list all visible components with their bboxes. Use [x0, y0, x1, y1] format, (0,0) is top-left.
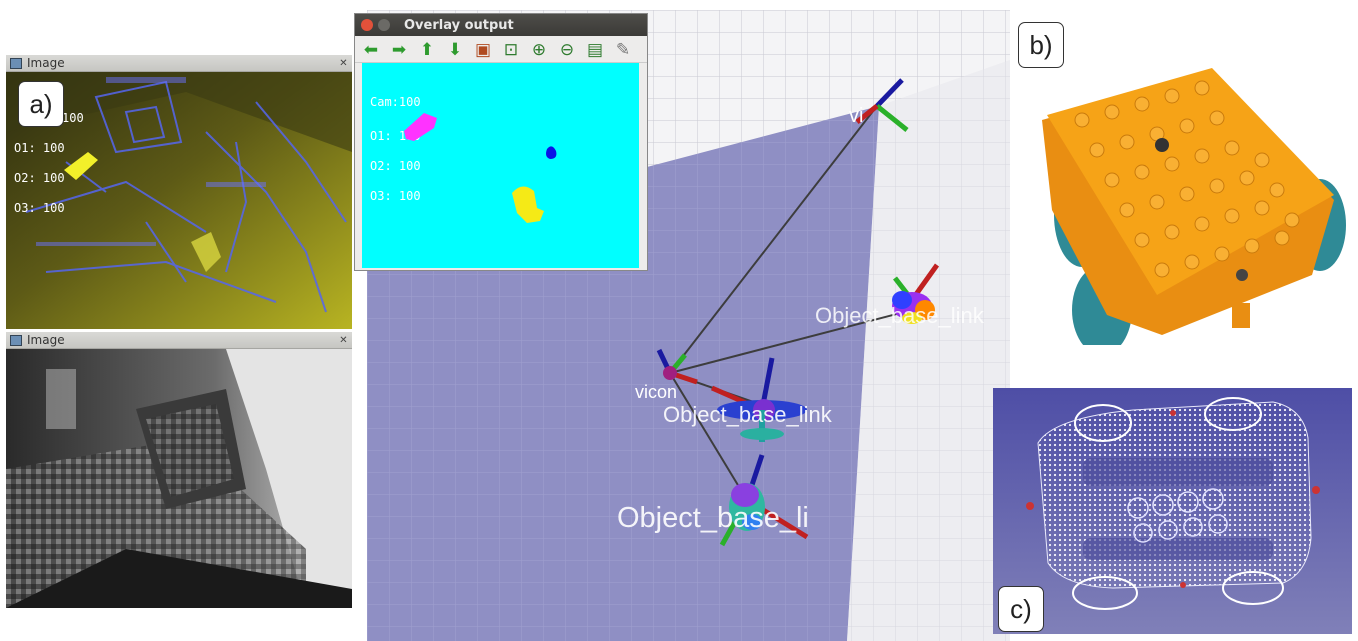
object-label-right: Object_base_link — [815, 303, 985, 328]
image-window-bottom: Image ✕ — [6, 332, 352, 608]
point-cloud-view — [993, 388, 1352, 634]
close-icon[interactable]: ✕ — [339, 58, 348, 68]
image-icon[interactable]: ▣ — [471, 38, 495, 60]
tf-label-top: vi — [849, 105, 863, 127]
overlay-canvas: Cam:100 O1: 100 O2: 100 O3: 100 — [362, 63, 639, 268]
segment-blue — [546, 146, 557, 159]
close-icon[interactable]: ✕ — [339, 335, 348, 345]
object-label-bottom: Object_base_li — [617, 502, 809, 534]
close-icon[interactable] — [361, 19, 373, 31]
brush-icon[interactable]: ✎ — [611, 38, 635, 60]
zoom-in-icon[interactable]: ⊕ — [527, 38, 551, 60]
lego-car-photo — [1042, 68, 1346, 345]
panel-label-b: b) — [1018, 22, 1064, 68]
minimize-icon[interactable] — [378, 19, 390, 31]
pan-down-icon[interactable]: ⬇ — [443, 38, 467, 60]
panel-label-c: c) — [998, 586, 1044, 632]
window-app-icon — [10, 57, 22, 69]
panel-label-a: a) — [18, 81, 64, 127]
zoom-out-icon[interactable]: ⊖ — [555, 38, 579, 60]
pan-right-icon[interactable]: ➡ — [387, 38, 411, 60]
window-title: Image — [27, 333, 65, 347]
window-app-icon — [10, 334, 22, 346]
overlay-window-title: Overlay output — [404, 17, 514, 33]
vicon-label: vicon — [635, 382, 677, 402]
segment-yellow — [512, 186, 544, 223]
overlay-output-window: Overlay output ⬅ ➡ ⬆ ⬇ ▣ ⊡ ⊕ ⊖ ▤ ✎ Cam:1… — [354, 13, 648, 271]
window-titlebar[interactable]: Image ✕ — [6, 55, 352, 72]
object-label-center: Object_base_link — [663, 402, 833, 427]
overlay-window-titlebar[interactable]: Overlay output — [355, 14, 647, 36]
pan-up-icon[interactable]: ⬆ — [415, 38, 439, 60]
overlay-toolbar: ⬅ ➡ ⬆ ⬇ ▣ ⊡ ⊕ ⊖ ▤ ✎ — [355, 36, 647, 63]
window-titlebar[interactable]: Image ✕ — [6, 332, 352, 349]
segment-magenta — [404, 113, 437, 141]
segmentation-blobs — [404, 113, 557, 223]
window-title: Image — [27, 56, 65, 70]
zoom-fit-icon[interactable]: ⊡ — [499, 38, 523, 60]
pan-left-icon[interactable]: ⬅ — [359, 38, 383, 60]
grayscale-camera-image — [6, 349, 352, 608]
save-icon[interactable]: ▤ — [583, 38, 607, 60]
